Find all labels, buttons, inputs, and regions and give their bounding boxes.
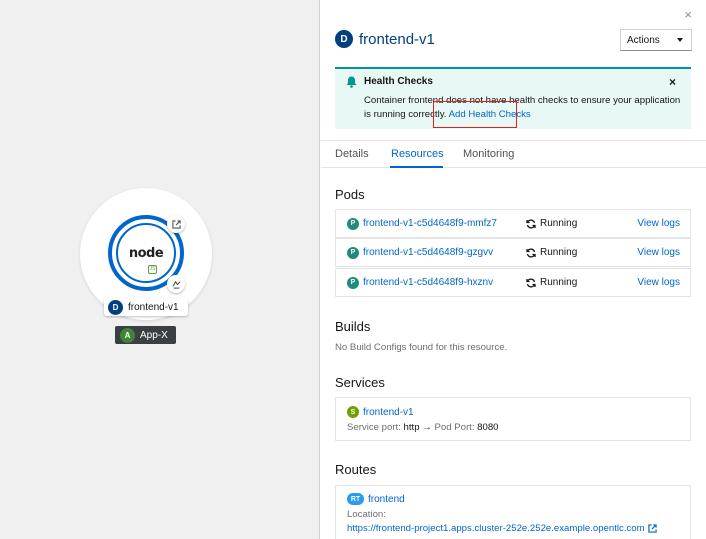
open-url-icon[interactable]	[167, 215, 185, 233]
route-badge: RT	[347, 493, 364, 505]
alert-body: Container frontend does not have health …	[364, 94, 686, 122]
route-link[interactable]: RT frontend	[347, 493, 405, 505]
services-heading: Services	[335, 375, 385, 390]
pod-badge: P	[347, 246, 359, 259]
pod-port-value: 8080	[477, 422, 499, 433]
tab-details[interactable]: Details	[335, 148, 369, 160]
service-badge: S	[347, 406, 359, 418]
add-health-checks-link[interactable]: Add Health Checks	[449, 109, 531, 120]
route-url: https://frontend-project1.apps.cluster-2…	[347, 523, 645, 534]
service-port-label: Service port:	[347, 422, 401, 433]
actions-label: Actions	[627, 34, 660, 46]
pod-status: Running	[526, 218, 636, 229]
pod-name-link[interactable]: frontend-v1-c5d4648f9-mmfz7	[363, 218, 526, 229]
route-item: RT frontend Location: https://frontend-p…	[335, 485, 691, 539]
close-alert-icon[interactable]: ×	[669, 75, 676, 89]
bell-icon	[346, 76, 357, 91]
node-logo-js-mark: JS	[148, 265, 157, 274]
route-location-label: Location:	[347, 509, 386, 520]
caret-down-icon	[677, 38, 683, 42]
pod-row: P frontend-v1-c5d4648f9-gzgvv Running Vi…	[335, 238, 691, 267]
alert-title: Health Checks	[364, 76, 433, 87]
builds-heading: Builds	[335, 319, 371, 334]
node-name: frontend-v1	[128, 301, 179, 313]
application-name: App-X	[140, 329, 168, 341]
service-item: S frontend-v1 Service port: http → Pod P…	[335, 397, 691, 441]
pod-status-text: Running	[540, 277, 578, 288]
arrow-right-icon: →	[422, 422, 432, 433]
actions-dropdown[interactable]: Actions	[620, 29, 692, 51]
panel-title: D frontend-v1	[335, 30, 435, 48]
deployment-badge: D	[108, 299, 123, 315]
route-url-link[interactable]: https://frontend-project1.apps.cluster-2…	[347, 523, 657, 534]
pod-status-text: Running	[540, 247, 578, 258]
external-link-icon	[647, 524, 657, 533]
close-panel-icon[interactable]: ×	[684, 7, 692, 22]
pod-status: Running	[526, 247, 636, 258]
edit-source-icon[interactable]	[167, 275, 185, 293]
panel-title-text: frontend-v1	[359, 30, 435, 48]
nodejs-logo: node JS	[116, 223, 176, 283]
active-tab-indicator	[390, 166, 443, 168]
resource-side-panel: × D frontend-v1 Actions Health Checks × …	[321, 0, 706, 539]
node-name-label[interactable]: D frontend-v1	[104, 298, 188, 316]
service-port-value: http	[403, 422, 420, 433]
node-logo-text: node	[128, 245, 164, 261]
deployment-badge: D	[335, 30, 353, 48]
pod-name-link[interactable]: frontend-v1-c5d4648f9-hxznv	[363, 277, 526, 288]
service-link[interactable]: S frontend-v1	[347, 406, 414, 418]
topology-canvas[interactable]: node JS D frontend-v1 A App-X	[0, 0, 320, 539]
tab-resources[interactable]: Resources	[391, 148, 444, 160]
view-logs-link[interactable]: View logs	[637, 277, 680, 288]
pods-heading: Pods	[335, 187, 365, 202]
pod-port-label: Pod Port:	[434, 422, 475, 433]
sync-icon	[526, 248, 536, 257]
application-group-label[interactable]: A App-X	[115, 326, 176, 344]
pod-status: Running	[526, 277, 636, 288]
pod-row: P frontend-v1-c5d4648f9-hxznv Running Vi…	[335, 268, 691, 297]
route-name: frontend	[368, 493, 405, 505]
service-port-info: Service port: http → Pod Port: 8080	[347, 422, 499, 433]
health-checks-alert: Health Checks × Container frontend does …	[335, 67, 691, 129]
tab-monitoring[interactable]: Monitoring	[463, 148, 514, 160]
builds-empty-message: No Build Configs found for this resource…	[335, 342, 508, 353]
pod-badge: P	[347, 276, 359, 289]
view-logs-link[interactable]: View logs	[637, 247, 680, 258]
panel-tabs: Details Resources Monitoring	[321, 140, 706, 168]
pod-badge: P	[347, 217, 359, 230]
pod-name-link[interactable]: frontend-v1-c5d4648f9-gzgvv	[363, 247, 526, 258]
sync-icon	[526, 278, 536, 287]
application-badge: A	[120, 327, 135, 343]
pod-status-text: Running	[540, 218, 578, 229]
service-name: frontend-v1	[363, 406, 414, 418]
routes-heading: Routes	[335, 462, 377, 477]
pod-row: P frontend-v1-c5d4648f9-mmfz7 Running Vi…	[335, 209, 691, 238]
sync-icon	[526, 219, 536, 228]
view-logs-link[interactable]: View logs	[637, 218, 680, 229]
